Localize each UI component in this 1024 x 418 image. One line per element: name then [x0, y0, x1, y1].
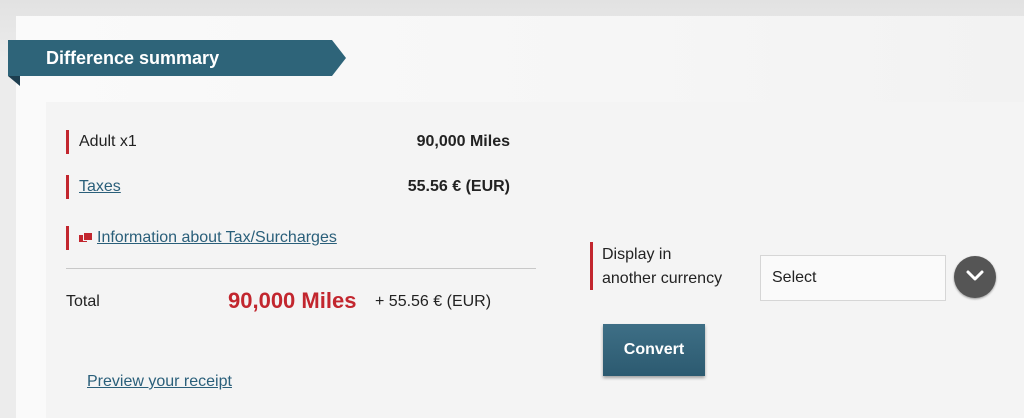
- currency-dropdown-button[interactable]: [954, 256, 996, 298]
- currency-accent-bar: [590, 242, 593, 290]
- row-accent-bar: [66, 226, 69, 250]
- total-extra: + 55.56 € (EUR): [375, 293, 492, 310]
- page-title: Difference summary: [46, 48, 220, 68]
- total-label: Total: [66, 293, 100, 310]
- taxes-value: 55.56 € (EUR): [407, 178, 510, 195]
- preview-receipt-link[interactable]: Preview your receipt: [87, 373, 232, 391]
- taxes-link[interactable]: Taxes: [79, 175, 121, 199]
- adult-row: Adult x1 90,000 Miles: [66, 130, 510, 154]
- row-accent-bar: [66, 175, 69, 199]
- tax-info-link-text[interactable]: Information about Tax/Surcharges: [97, 229, 337, 246]
- row-accent-bar: [66, 130, 69, 154]
- divider: [66, 268, 536, 269]
- chevron-down-icon: [966, 270, 984, 281]
- external-window-icon: [79, 231, 93, 243]
- currency-select[interactable]: Select: [760, 255, 946, 301]
- currency-select-value: Select: [772, 269, 817, 286]
- adult-label: Adult x1: [79, 133, 137, 150]
- total-miles: 90,000 Miles: [228, 288, 357, 313]
- currency-label: Display in another currency: [602, 243, 752, 291]
- tax-info-link[interactable]: Information about Tax/Surcharges: [79, 226, 337, 250]
- adult-value: 90,000 Miles: [416, 133, 510, 150]
- currency-label-line1: Display in: [602, 246, 672, 263]
- currency-label-line2: another currency: [602, 270, 723, 287]
- convert-button[interactable]: Convert: [603, 324, 705, 376]
- taxes-row: Taxes 55.56 € (EUR): [66, 175, 510, 199]
- tax-info-row: Information about Tax/Surcharges: [66, 226, 510, 250]
